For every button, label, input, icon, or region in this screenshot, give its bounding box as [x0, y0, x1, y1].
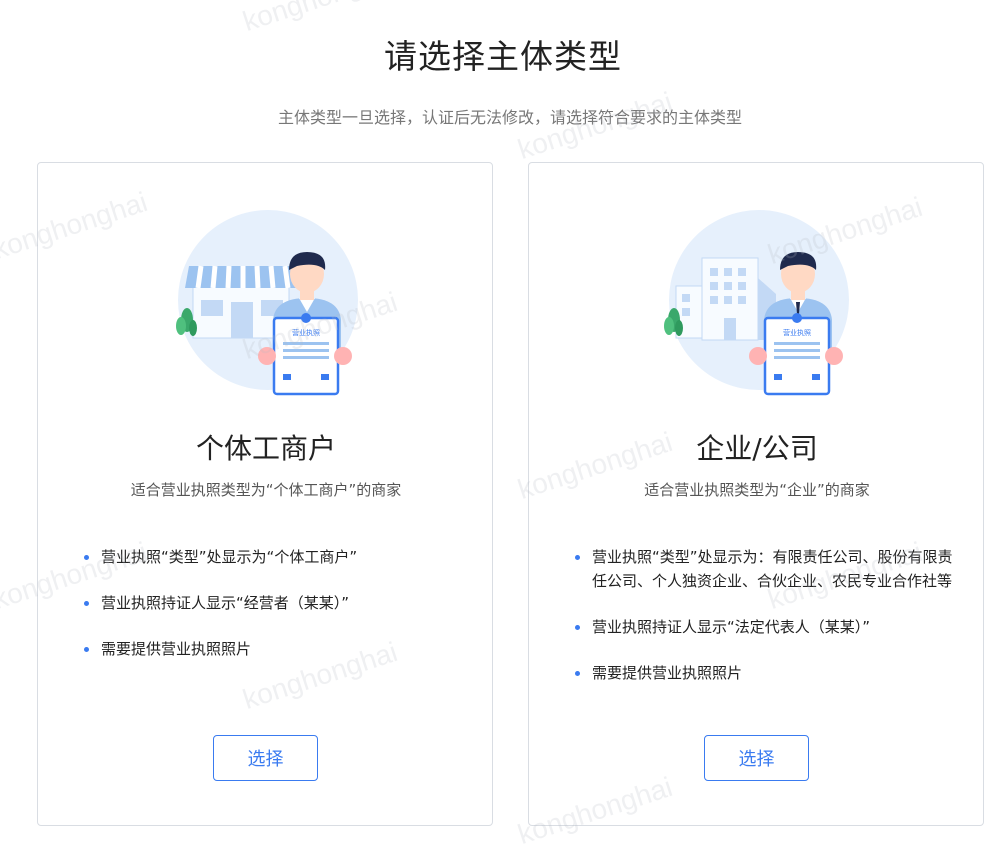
shop-owner-illustration: 营业执照	[176, 210, 358, 396]
requirements-list: 营业执照“类型”处显示为“个体工商户” 营业执照持证人显示“经营者（某某）” 需…	[84, 545, 464, 683]
card-description: 适合营业执照类型为“个体工商户”的商家	[130, 481, 402, 499]
card-title: 企业/公司	[696, 432, 818, 465]
requirements-list: 营业执照“类型”处显示为：有限责任公司、股份有限责任公司、个人独资企业、合伙企业…	[575, 545, 955, 707]
svg-text:营业执照: 营业执照	[783, 328, 811, 337]
card-enterprise[interactable]: 营业执照 企业/公司 适合营业执照类型为“企业”的商家 营业执照“类型”处显示为…	[528, 162, 984, 826]
page: 请选择主体类型 主体类型一旦选择，认证后无法修改，请选择符合要求的主体类型 营业…	[0, 0, 1006, 848]
select-individual-button[interactable]: 选择	[213, 735, 318, 781]
list-item: 营业执照“类型”处显示为：有限责任公司、股份有限责任公司、个人独资企业、合伙企业…	[575, 545, 955, 593]
list-item: 营业执照“类型”处显示为“个体工商户”	[84, 545, 464, 569]
list-item: 需要提供营业执照照片	[575, 661, 955, 685]
list-item: 营业执照持证人显示“法定代表人（某某）”	[575, 615, 955, 639]
card-individual-business[interactable]: 营业执照 个体工商户 适合营业执照类型为“个体工商户”的商家 营业执照“类型”处…	[37, 162, 493, 826]
svg-text:营业执照: 营业执照	[292, 328, 320, 337]
select-enterprise-button[interactable]: 选择	[704, 735, 809, 781]
card-description: 适合营业执照类型为“企业”的商家	[644, 481, 870, 499]
company-illustration: 营业执照	[664, 210, 849, 396]
page-title: 请选择主体类型	[384, 37, 622, 76]
list-item: 需要提供营业执照照片	[84, 637, 464, 661]
page-subtitle: 主体类型一旦选择，认证后无法修改，请选择符合要求的主体类型	[277, 108, 742, 127]
card-title: 个体工商户	[195, 432, 336, 465]
list-item: 营业执照持证人显示“经营者（某某）”	[84, 591, 464, 615]
